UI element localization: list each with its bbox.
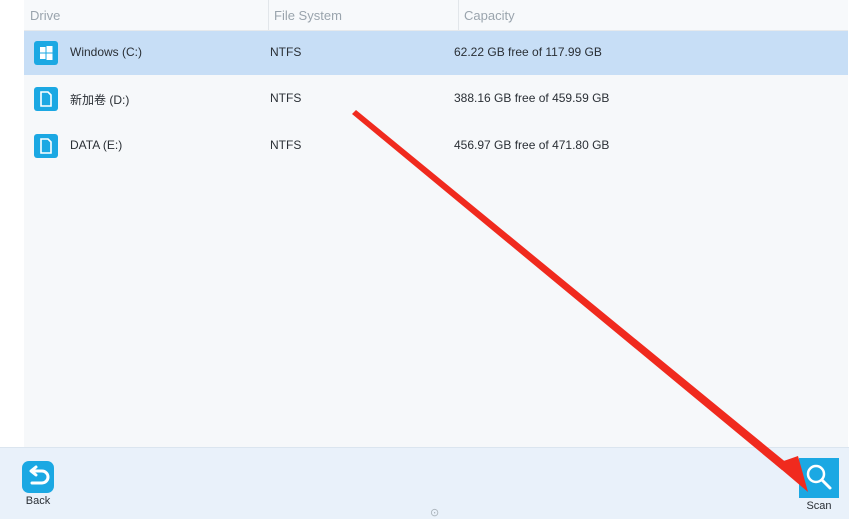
- drive-capacity: 456.97 GB free of 471.80 GB: [454, 138, 610, 152]
- drive-name: Windows (C:): [70, 45, 143, 59]
- drive-list-panel: Drive File System Capacity Windows (C:) …: [24, 0, 848, 447]
- scan-button[interactable]: Scan: [797, 458, 841, 512]
- drive-icon: [34, 134, 58, 158]
- column-divider: [268, 0, 269, 30]
- table-header: Drive File System Capacity: [24, 0, 848, 31]
- drive-file-system: NTFS: [270, 138, 302, 152]
- table-row-drive-d[interactable]: 新加卷 (D:) NTFS 388.16 GB free of 459.59 G…: [24, 77, 848, 121]
- back-label: Back: [25, 495, 51, 507]
- table-row-drive-c[interactable]: Windows (C:) NTFS 62.22 GB free of 117.9…: [24, 31, 848, 75]
- drive-name: DATA (E:): [70, 138, 123, 152]
- drive-file-system: NTFS: [270, 91, 302, 105]
- windows-drive-icon: [34, 41, 58, 65]
- drive-icon: [34, 87, 58, 111]
- cursor-icon: ⊙: [430, 507, 440, 519]
- back-arrow-icon: [22, 461, 54, 493]
- magnifier-icon: [799, 458, 839, 498]
- bottom-toolbar: Back Scan: [0, 447, 849, 519]
- back-button[interactable]: Back: [16, 461, 60, 507]
- column-header-drive[interactable]: Drive: [30, 8, 60, 23]
- scan-label: Scan: [806, 500, 832, 512]
- column-divider: [458, 0, 459, 30]
- table-row-drive-e[interactable]: DATA (E:) NTFS 456.97 GB free of 471.80 …: [24, 124, 848, 168]
- column-header-file-system[interactable]: File System: [274, 8, 342, 23]
- drive-file-system: NTFS: [270, 45, 302, 59]
- drive-capacity: 388.16 GB free of 459.59 GB: [454, 91, 610, 105]
- drive-name: 新加卷 (D:): [70, 93, 130, 107]
- column-header-capacity[interactable]: Capacity: [464, 8, 515, 23]
- drive-capacity: 62.22 GB free of 117.99 GB: [454, 45, 602, 59]
